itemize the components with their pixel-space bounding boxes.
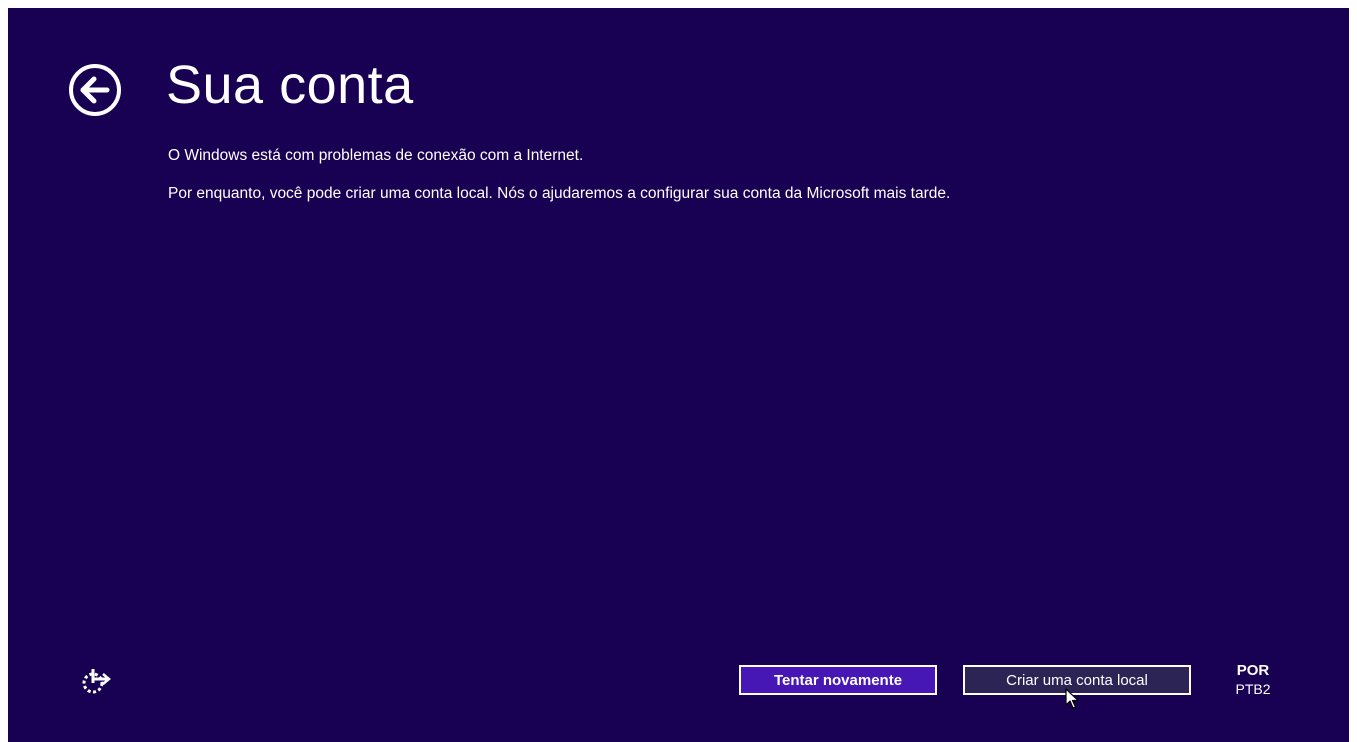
back-button[interactable] — [68, 63, 122, 117]
create-local-account-button[interactable]: Criar uma conta local — [963, 665, 1191, 695]
connection-error-message: O Windows está com problemas de conexão … — [168, 147, 584, 164]
back-arrow-icon — [69, 64, 121, 116]
page-title: Sua conta — [166, 55, 414, 115]
retry-button[interactable]: Tentar novamente — [739, 665, 937, 695]
oobe-screen: Sua conta O Windows está com problemas d… — [8, 8, 1349, 742]
language-code: POR — [1236, 662, 1270, 679]
language-indicator[interactable]: POR PTB2 — [1228, 662, 1278, 698]
ease-of-access-icon — [82, 669, 111, 694]
keyboard-layout: PTB2 — [1235, 681, 1271, 697]
ease-of-access-button[interactable] — [78, 666, 112, 696]
local-account-message: Por enquanto, você pode criar uma conta … — [168, 185, 951, 202]
